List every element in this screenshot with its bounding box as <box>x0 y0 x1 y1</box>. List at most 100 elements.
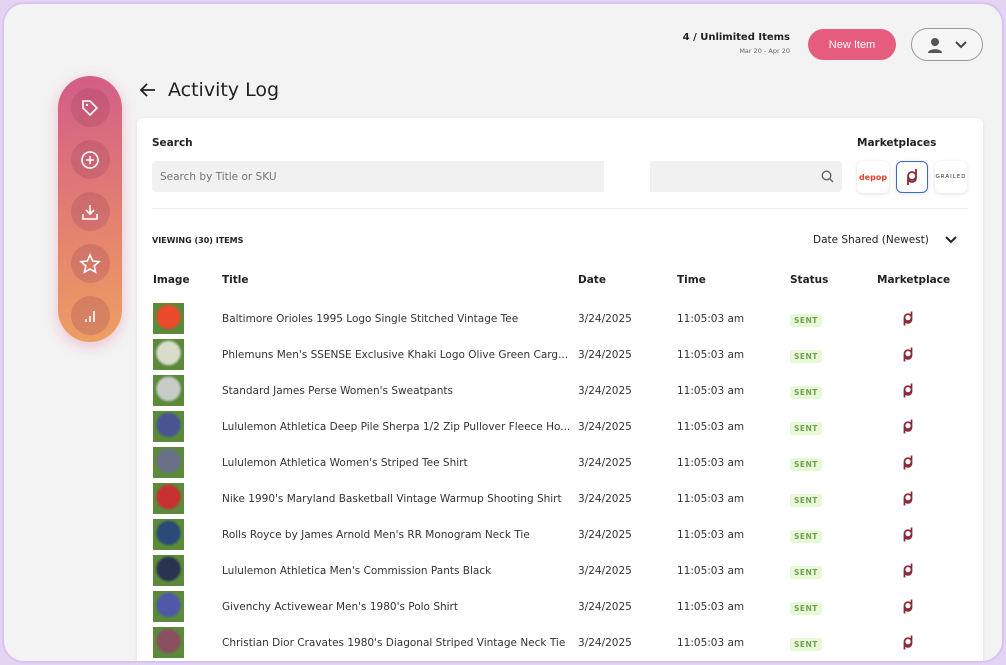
blank-overlay <box>604 161 650 211</box>
poshmark-icon <box>903 347 913 362</box>
table-row[interactable]: Christian Dior Cravates 1980's Diagonal … <box>137 627 983 661</box>
sidebar-import-button[interactable] <box>70 192 110 231</box>
poshmark-icon <box>903 563 913 578</box>
poshmark-icon <box>903 455 913 470</box>
chevron-down-icon <box>945 236 957 244</box>
search-input[interactable] <box>160 170 560 183</box>
poshmark-icon <box>903 635 913 650</box>
item-date: 3/24/2025 <box>578 601 632 613</box>
item-time: 11:05:03 am <box>677 349 745 361</box>
usage-period: Mar 20 - Apr 20 <box>739 47 790 55</box>
item-date: 3/24/2025 <box>578 349 632 361</box>
item-time: 11:05:03 am <box>677 529 745 541</box>
item-date: 3/24/2025 <box>578 457 632 469</box>
item-thumbnail <box>153 591 184 622</box>
sidebar-tag-button[interactable] <box>70 88 110 127</box>
chevron-down-icon <box>955 40 967 48</box>
item-date: 3/24/2025 <box>578 385 632 397</box>
table-row[interactable]: Lululemon Athletica Deep Pile Sherpa 1/2… <box>137 411 983 447</box>
divider <box>152 208 968 209</box>
poshmark-icon <box>903 599 913 614</box>
item-title: Christian Dior Cravates 1980's Diagonal … <box>222 637 566 649</box>
sidebar-favorites-button[interactable] <box>70 244 110 283</box>
item-title: Lululemon Athletica Deep Pile Sherpa 1/2… <box>222 421 571 433</box>
item-thumbnail <box>153 447 184 478</box>
marketplace-depop[interactable]: depop <box>857 161 889 193</box>
item-time: 11:05:03 am <box>677 457 745 469</box>
item-date: 3/24/2025 <box>578 565 632 577</box>
item-date: 3/24/2025 <box>578 529 632 541</box>
item-date: 3/24/2025 <box>578 313 632 325</box>
search-label: Search <box>152 137 193 149</box>
app-window: 4 / Unlimited Items Mar 20 - Apr 20 New … <box>2 2 1004 663</box>
star-icon <box>79 252 101 274</box>
table-row[interactable]: Rolls Royce by James Arnold Men's RR Mon… <box>137 519 983 555</box>
column-date: Date <box>578 274 606 286</box>
table-row[interactable]: Lululemon Athletica Women's Striped Tee … <box>137 447 983 483</box>
table-row[interactable]: Standard James Perse Women's Sweatpants … <box>137 375 983 411</box>
item-title: Standard James Perse Women's Sweatpants <box>222 385 453 397</box>
plus-circle-icon <box>81 150 99 169</box>
new-item-button[interactable]: New Item <box>808 29 896 60</box>
page-header: Activity Log <box>140 79 279 101</box>
marketplaces-label: Marketplaces <box>857 137 937 149</box>
table-row[interactable]: Phlemuns Men's SSENSE Exclusive Khaki Lo… <box>137 339 983 375</box>
item-title: Givenchy Activewear Men's 1980's Polo Sh… <box>222 601 458 613</box>
sidebar <box>58 76 122 342</box>
item-time: 11:05:03 am <box>677 637 745 649</box>
usage-info: 4 / Unlimited Items Mar 20 - Apr 20 <box>683 32 790 55</box>
status-badge: SENT <box>790 566 822 579</box>
item-thumbnail <box>153 339 184 370</box>
viewing-count: VIEWING (30) ITEMS <box>152 236 244 245</box>
item-time: 11:05:03 am <box>677 385 745 397</box>
activity-card: Search Marketplaces depop GRAILED VIEWIN… <box>137 118 983 661</box>
status-badge: SENT <box>790 386 822 399</box>
item-date: 3/24/2025 <box>578 493 632 505</box>
download-icon <box>82 204 98 220</box>
back-arrow-icon[interactable] <box>140 83 156 97</box>
table-row[interactable]: Givenchy Activewear Men's 1980's Polo Sh… <box>137 591 983 627</box>
sort-dropdown[interactable]: Date Shared (Newest) <box>813 234 957 246</box>
table-row[interactable]: Lululemon Athletica Men's Commission Pan… <box>137 555 983 591</box>
table-row[interactable]: Nike 1990's Maryland Basketball Vintage … <box>137 483 983 519</box>
item-thumbnail <box>153 375 184 406</box>
item-thumbnail <box>153 627 184 658</box>
item-time: 11:05:03 am <box>677 565 745 577</box>
status-badge: SENT <box>790 458 822 471</box>
status-badge: SENT <box>790 602 822 615</box>
status-badge: SENT <box>790 314 822 327</box>
item-thumbnail <box>153 303 184 334</box>
column-time: Time <box>677 274 706 286</box>
item-title: Baltimore Orioles 1995 Logo Single Stitc… <box>222 313 519 325</box>
column-marketplace: Marketplace <box>877 274 951 286</box>
poshmark-icon <box>903 383 913 398</box>
status-badge: SENT <box>790 494 822 507</box>
poshmark-icon <box>903 419 913 434</box>
item-title: Nike 1990's Maryland Basketball Vintage … <box>222 493 562 505</box>
sidebar-analytics-button[interactable] <box>70 296 110 335</box>
usage-count: 4 / Unlimited Items <box>682 32 790 43</box>
bar-chart-icon <box>85 310 95 322</box>
table-row[interactable]: Baltimore Orioles 1995 Logo Single Stitc… <box>137 303 983 339</box>
status-badge: SENT <box>790 422 822 435</box>
item-time: 11:05:03 am <box>677 601 745 613</box>
item-title: Rolls Royce by James Arnold Men's RR Mon… <box>222 529 530 541</box>
column-status: Status <box>790 274 829 286</box>
poshmark-icon <box>903 311 913 326</box>
marketplace-grailed[interactable]: GRAILED <box>935 161 967 193</box>
item-time: 11:05:03 am <box>677 313 745 325</box>
sort-value: Date Shared (Newest) <box>813 234 929 246</box>
item-thumbnail <box>153 555 184 586</box>
item-thumbnail <box>153 519 184 550</box>
marketplace-poshmark[interactable] <box>896 161 928 193</box>
poshmark-icon <box>903 527 913 542</box>
page-title: Activity Log <box>168 79 280 101</box>
status-badge: SENT <box>790 530 822 543</box>
item-date: 3/24/2025 <box>578 637 632 649</box>
status-badge: SENT <box>790 638 822 651</box>
search-icon <box>821 170 834 183</box>
search-field[interactable] <box>152 161 842 192</box>
sidebar-add-button[interactable] <box>70 140 110 179</box>
user-menu-button[interactable] <box>911 28 983 61</box>
item-thumbnail <box>153 483 184 514</box>
